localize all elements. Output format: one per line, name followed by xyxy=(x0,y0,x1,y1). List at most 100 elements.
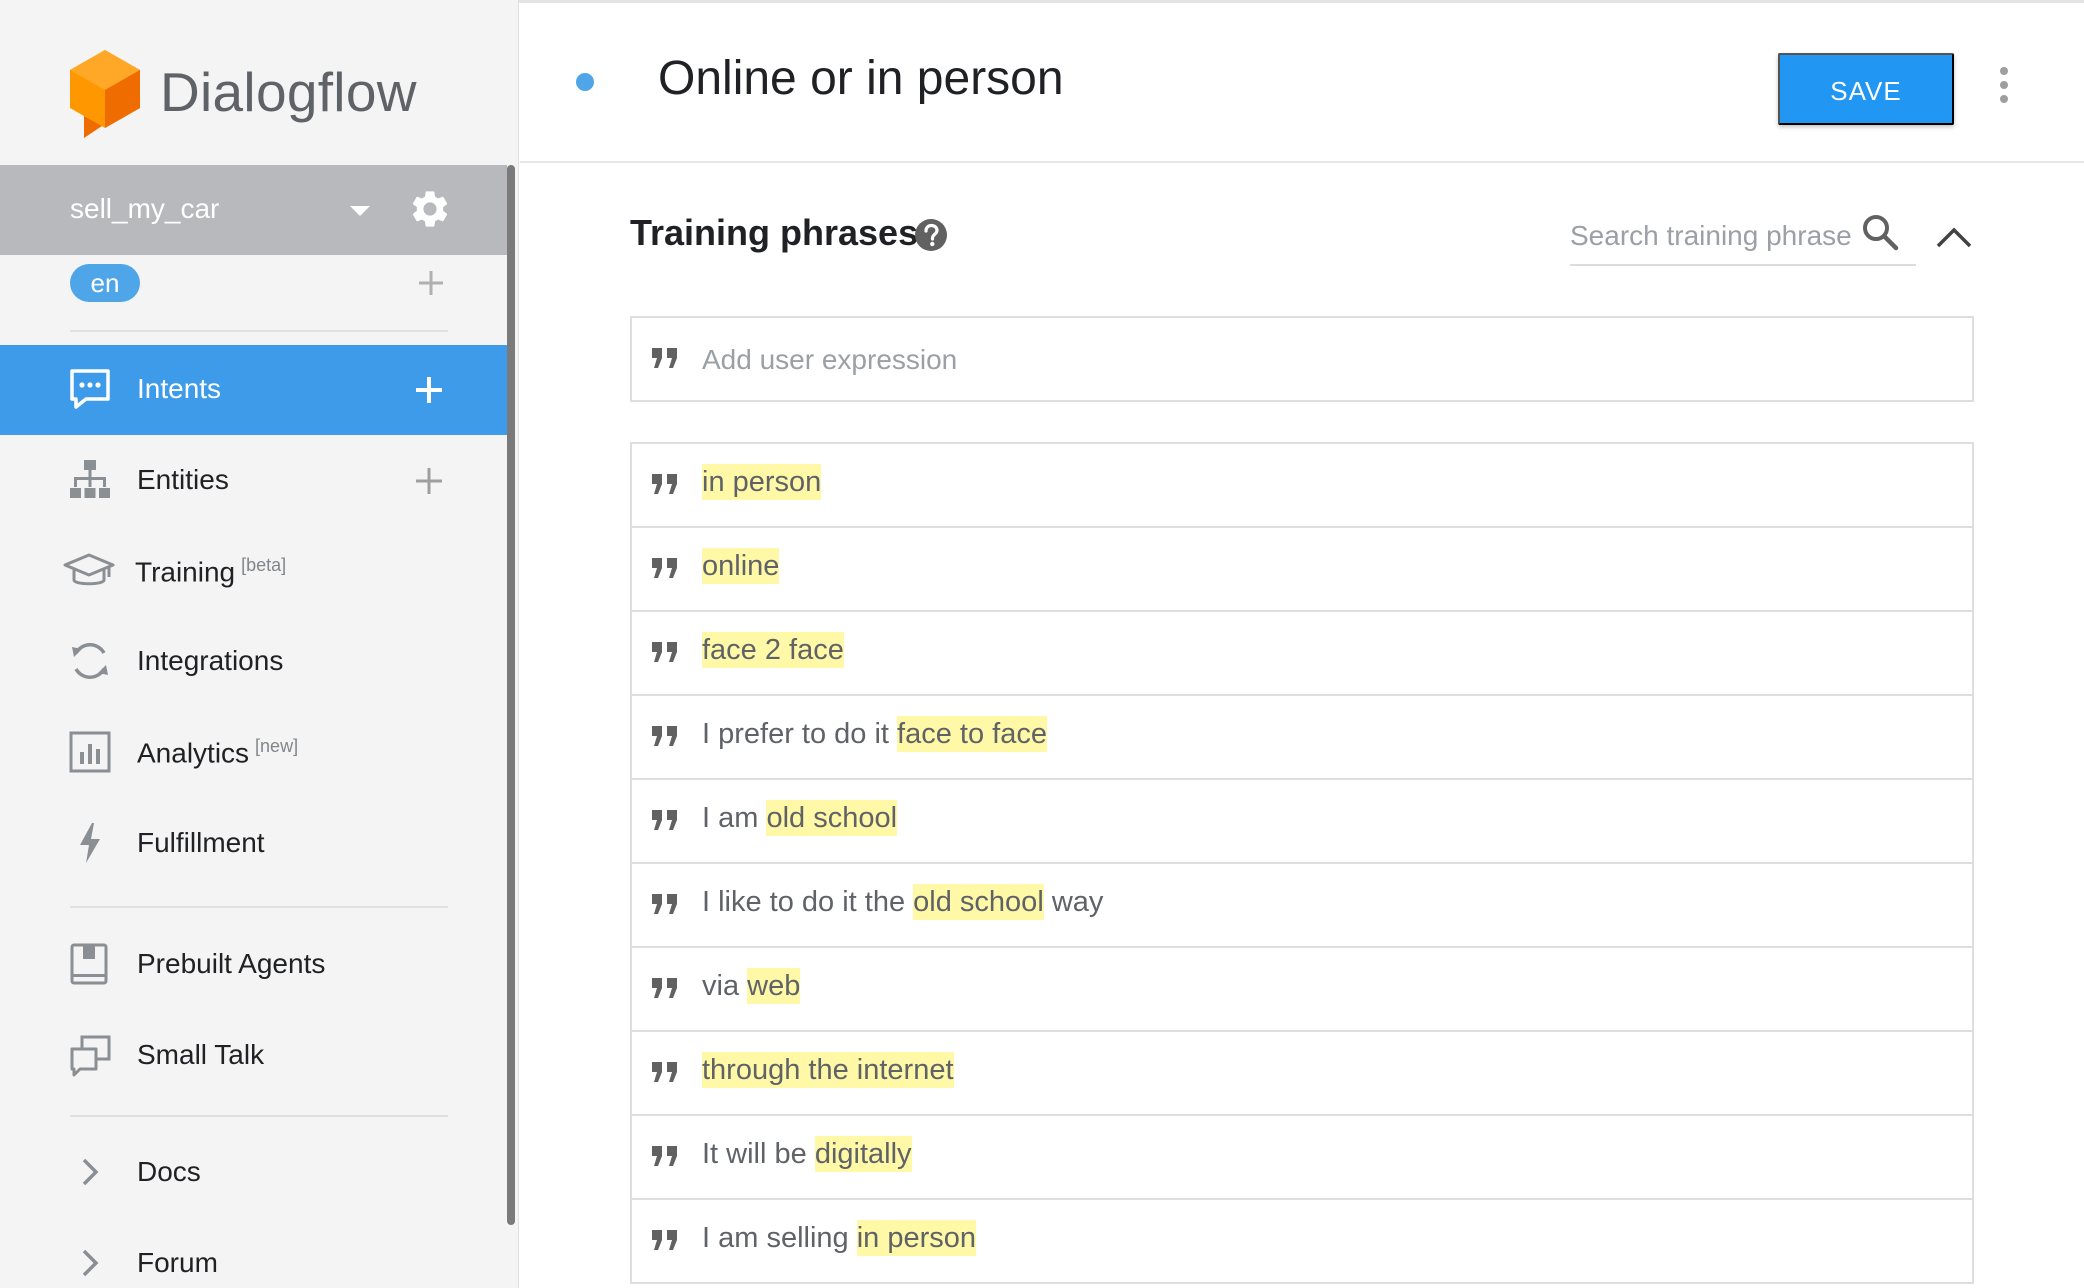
bolt-icon xyxy=(80,823,100,863)
search-training-phrase xyxy=(1570,208,1916,266)
training-phrase-row[interactable]: through the internet xyxy=(632,1032,1972,1116)
save-button[interactable]: SAVE xyxy=(1778,53,1954,125)
intent-status-dot xyxy=(576,73,594,91)
quote-icon xyxy=(652,894,677,914)
sidebar-divider xyxy=(70,1115,448,1117)
language-badge[interactable]: en xyxy=(70,264,140,302)
training-phrase-row[interactable]: I am old school xyxy=(632,780,1972,864)
new-badge: [new] xyxy=(255,736,299,756)
sidebar-item-label: Fulfillment xyxy=(137,827,265,858)
sidebar-item-label: Docs xyxy=(137,1156,201,1187)
training-phrase-row[interactable]: I prefer to do it face to face xyxy=(632,696,1972,780)
phrase-segment: I like to do it the xyxy=(702,886,914,918)
sidebar-item-prebuilt-agents[interactable]: Prebuilt Agents xyxy=(0,920,507,1010)
training-phrases-title: Training phrases xyxy=(630,212,919,253)
phrase-segment: way xyxy=(1043,886,1104,918)
annotated-parameter-highlight: in person xyxy=(702,464,822,500)
quote-icon xyxy=(652,642,677,662)
sidebar-scrollbar[interactable] xyxy=(507,165,515,1225)
training-phrase-text[interactable]: face 2 face xyxy=(702,632,844,668)
training-phrase-text[interactable]: in person xyxy=(702,464,822,500)
sidebar-item-label: Entities xyxy=(137,464,229,495)
training-phrase-row[interactable]: via web xyxy=(632,948,1972,1032)
agent-name: sell_my_car xyxy=(70,193,220,224)
sync-icon xyxy=(72,643,108,679)
sidebar-item-fulfillment[interactable]: Fulfillment xyxy=(0,799,507,889)
annotated-parameter-highlight: online xyxy=(702,548,780,584)
add-entity-plus-icon[interactable] xyxy=(414,466,444,496)
phrase-segment: I am xyxy=(702,802,767,834)
training-phrase-text[interactable]: I am old school xyxy=(702,800,898,836)
intent-header: Online or in person SAVE xyxy=(520,3,2084,163)
sidebar-item-forum[interactable]: Forum xyxy=(0,1219,507,1288)
training-phrase-text[interactable]: via web xyxy=(702,968,801,1004)
quote-icon xyxy=(652,1230,677,1250)
agent-selector[interactable]: sell_my_car xyxy=(0,165,507,255)
training-phrase-text[interactable]: I like to do it the old school way xyxy=(702,884,1104,920)
sidebar: Dialogflow sell_my_car en Intents Entiti… xyxy=(0,0,519,1288)
dialogflow-logo[interactable]: Dialogflow xyxy=(68,44,417,140)
add-intent-plus-icon[interactable] xyxy=(414,375,444,405)
training-phrase-row[interactable]: It will be digitally xyxy=(632,1116,1972,1200)
training-phrase-row[interactable]: online xyxy=(632,528,1972,612)
training-phrase-text[interactable]: through the internet xyxy=(702,1052,954,1088)
annotated-parameter-highlight: old school xyxy=(766,800,898,836)
search-icon[interactable] xyxy=(1860,212,1900,252)
sidebar-item-label: Intents xyxy=(137,373,222,404)
quote-icon xyxy=(652,810,677,830)
annotated-parameter-highlight: in person xyxy=(856,1220,977,1256)
quote-icon xyxy=(652,1062,677,1082)
collapse-chevron-up-icon[interactable] xyxy=(1934,222,1974,252)
book-icon xyxy=(70,943,108,985)
chat-bubble-icon xyxy=(70,369,110,409)
sidebar-item-intents[interactable]: Intents xyxy=(0,345,507,435)
quote-icon xyxy=(652,474,677,494)
add-user-expression-input[interactable] xyxy=(702,338,1902,382)
sidebar-item-label: Small Talk xyxy=(137,1039,265,1070)
dialogflow-logo-icon xyxy=(70,50,140,138)
quote-icon xyxy=(652,558,677,578)
training-phrase-text[interactable]: online xyxy=(702,548,780,584)
sidebar-item-label: Analytics xyxy=(137,737,250,769)
app-name: Dialogflow xyxy=(160,61,417,123)
sidebar-item-docs[interactable]: Docs xyxy=(0,1128,507,1218)
training-phrase-row[interactable]: I am selling in person xyxy=(632,1200,1972,1284)
training-phrase-row[interactable]: I like to do it the old school way xyxy=(632,864,1972,948)
more-vert-icon[interactable] xyxy=(1998,65,2010,105)
sidebar-item-small-talk[interactable]: Small Talk xyxy=(0,1011,507,1101)
sidebar-item-entities[interactable]: Entities xyxy=(0,436,507,526)
add-user-expression xyxy=(630,316,1974,402)
chevron-right-icon xyxy=(82,1158,99,1186)
chevron-right-icon xyxy=(82,1249,99,1277)
quote-icon xyxy=(652,1146,677,1166)
sidebar-item-label-group: Analytics [new] xyxy=(137,736,298,769)
sidebar-divider xyxy=(70,906,448,908)
intent-title[interactable]: Online or in person xyxy=(658,51,1064,106)
sidebar-item-training[interactable]: Training [beta] xyxy=(0,527,507,617)
annotated-parameter-highlight: through the internet xyxy=(702,1052,954,1088)
annotated-parameter-highlight: web xyxy=(747,968,801,1004)
help-icon[interactable] xyxy=(914,218,948,252)
agent-dropdown-caret-icon[interactable] xyxy=(350,206,370,216)
phrase-segment: It will be xyxy=(702,1138,815,1170)
sidebar-item-label-group: Training [beta] xyxy=(135,555,286,588)
graduation-cap-icon xyxy=(63,553,115,586)
search-training-phrase-input[interactable] xyxy=(1570,216,1860,256)
training-phrase-text[interactable]: I am selling in person xyxy=(702,1220,977,1256)
sidebar-item-analytics[interactable]: Analytics [new] xyxy=(0,708,507,798)
annotated-parameter-highlight: face 2 face xyxy=(702,632,844,668)
training-phrase-row[interactable]: face 2 face xyxy=(632,612,1972,696)
training-phrase-text[interactable]: It will be digitally xyxy=(702,1136,912,1172)
training-phrase-list: in person online face 2 face I prefer to do… xyxy=(630,442,1974,1284)
sitemap-icon xyxy=(70,460,110,498)
sidebar-item-label: Training xyxy=(135,556,236,588)
training-phrase-row[interactable]: in person xyxy=(632,444,1972,528)
agent-settings-gear-icon[interactable] xyxy=(408,187,452,231)
phrase-segment: I am selling xyxy=(702,1222,857,1254)
sidebar-divider xyxy=(70,330,448,332)
quote-icon xyxy=(652,726,677,746)
phrase-segment: I prefer to do it xyxy=(702,718,898,750)
sidebar-item-integrations[interactable]: Integrations xyxy=(0,617,507,707)
training-phrase-text[interactable]: I prefer to do it face to face xyxy=(702,716,1047,752)
add-language-plus-icon[interactable] xyxy=(416,268,446,298)
